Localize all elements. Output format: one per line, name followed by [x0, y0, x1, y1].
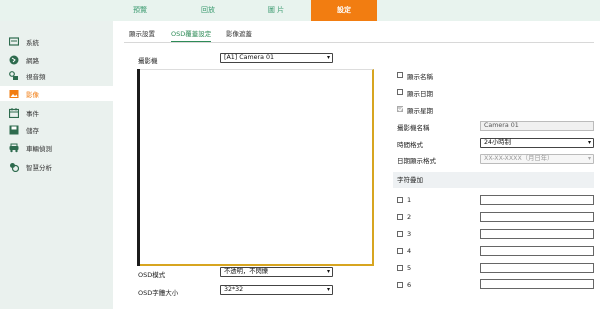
date-format-value: XX-XX-XXXX（月日年）: [484, 155, 554, 162]
tab-osd-settings[interactable]: OSD覆蓋設定: [171, 28, 212, 42]
sidebar-item-network[interactable]: 網路: [0, 52, 113, 67]
overlay-input-3[interactable]: [480, 229, 594, 239]
overlay-input-5[interactable]: [480, 263, 594, 273]
overlay-checkbox-2[interactable]: [397, 214, 403, 220]
sidebar-item-label: 事件: [26, 109, 39, 118]
chevron-down-icon: ▾: [326, 54, 330, 61]
video-preview-edge: [137, 69, 140, 266]
vehicle-detection-icon: [9, 143, 19, 152]
overlay-input-2[interactable]: [480, 212, 594, 222]
sidebar: 系統 網路 視音頻 影像 事件 儲存 車輛偵測 智慧分析: [0, 21, 113, 309]
camera-select-value: [A1] Camera 01: [224, 54, 274, 61]
osd-font-size-select[interactable]: 32*32 ▾: [220, 285, 333, 295]
overlay-checkbox-5[interactable]: [397, 265, 403, 271]
overlay-label-1: 1: [407, 196, 412, 204]
text-overlay-header: 字符疊加: [393, 172, 594, 188]
camera-name-field[interactable]: Camera 01: [480, 121, 594, 131]
sidebar-item-label: 儲存: [26, 126, 39, 135]
chevron-down-icon: ▾: [587, 155, 591, 162]
osd-mode-select[interactable]: 不透明，不閃爍 ▾: [220, 267, 333, 277]
smart-analysis-icon: [10, 162, 19, 172]
time-format-label: 時間格式: [397, 141, 423, 149]
overlay-label-4: 4: [407, 247, 412, 255]
top-nav: 預覽 回放 圖 片 設定: [0, 0, 600, 21]
camera-name-label: 攝影機名稱: [397, 124, 430, 132]
storage-icon: [9, 125, 19, 134]
overlay-input-6[interactable]: [480, 279, 594, 289]
sidebar-item-label: 車輛偵測: [26, 144, 52, 153]
show-week-checkbox[interactable]: [397, 106, 403, 112]
image-icon: [9, 89, 19, 98]
osd-font-size-label: OSD字體大小: [138, 289, 179, 297]
overlay-input-1[interactable]: [480, 195, 594, 205]
show-date-checkbox[interactable]: [397, 89, 403, 95]
overlay-label-2: 2: [407, 213, 412, 221]
show-week-label: 顯示星期: [407, 107, 433, 115]
overlay-label-5: 5: [407, 264, 412, 272]
camera-label: 攝影機: [138, 57, 158, 65]
sidebar-item-storage[interactable]: 儲存: [0, 122, 113, 137]
sidebar-item-event[interactable]: 事件: [0, 105, 113, 120]
camera-select[interactable]: [A1] Camera 01 ▾: [220, 53, 333, 63]
sidebar-item-label: 系統: [26, 38, 39, 47]
overlay-label-3: 3: [407, 230, 412, 238]
overlay-label-6: 6: [407, 281, 412, 289]
tab-divider: [124, 42, 594, 43]
chevron-down-icon: ▾: [587, 139, 591, 146]
sidebar-item-label: 網路: [26, 56, 39, 65]
sidebar-item-label: 視音頻: [26, 72, 46, 81]
sidebar-item-system[interactable]: 系統: [0, 34, 113, 49]
tab-privacy-mask[interactable]: 影像遮蓋: [226, 28, 252, 42]
nav-picture[interactable]: 圖 片: [244, 0, 308, 21]
osd-font-size-value: 32*32: [224, 286, 244, 293]
video-preview[interactable]: [137, 69, 374, 266]
sidebar-item-smart-analysis[interactable]: 智慧分析: [0, 159, 113, 174]
sidebar-item-vehicle-detection[interactable]: 車輛偵測: [0, 140, 113, 155]
chevron-down-icon: ▾: [326, 286, 330, 293]
overlay-input-4[interactable]: [480, 246, 594, 256]
time-format-value: 24小時制: [484, 139, 511, 146]
show-name-checkbox[interactable]: [397, 72, 403, 78]
date-format-select[interactable]: XX-XX-XXXX（月日年） ▾: [480, 154, 594, 164]
show-date-label: 顯示日期: [407, 90, 433, 98]
system-icon: [9, 36, 19, 46]
osd-mode-value: 不透明，不閃爍: [224, 268, 269, 275]
sidebar-item-label: 影像: [26, 90, 39, 99]
network-icon: [9, 55, 19, 64]
overlay-checkbox-1[interactable]: [397, 197, 403, 203]
nav-preview[interactable]: 預覽: [108, 0, 172, 21]
tab-display-settings[interactable]: 顯示設置: [129, 28, 155, 42]
event-icon: [9, 107, 19, 118]
overlay-checkbox-6[interactable]: [397, 282, 403, 288]
chevron-down-icon: ▾: [326, 268, 330, 275]
sidebar-item-label: 智慧分析: [26, 163, 52, 172]
date-format-label: 日期顯示格式: [397, 157, 436, 165]
osd-mode-label: OSD模式: [138, 271, 166, 279]
sidebar-item-video-audio[interactable]: 視音頻: [0, 68, 113, 83]
overlay-checkbox-3[interactable]: [397, 231, 403, 237]
time-format-select[interactable]: 24小時制 ▾: [480, 138, 594, 148]
sidebar-item-image[interactable]: 影像: [0, 86, 113, 101]
video-audio-icon: [9, 70, 18, 80]
show-name-label: 顯示名稱: [407, 73, 433, 81]
overlay-checkbox-4[interactable]: [397, 248, 403, 254]
nav-playback[interactable]: 回放: [176, 0, 240, 21]
nav-settings[interactable]: 設定: [311, 0, 377, 21]
